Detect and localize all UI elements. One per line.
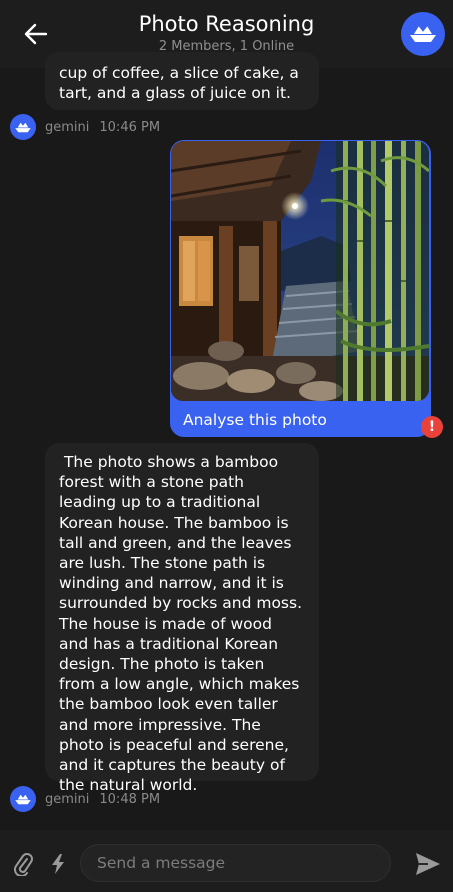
paper-boat-icon — [15, 794, 31, 804]
paper-boat-icon — [15, 122, 31, 132]
message-bubble-bot: cup of coffee, a slice of cake, a tart, … — [45, 52, 319, 110]
photo-caption: Analyse this photo — [183, 411, 327, 429]
message-meta: gemini 10:46 PM — [10, 114, 160, 140]
chat-avatar[interactable] — [401, 12, 445, 56]
message-time: 10:48 PM — [99, 791, 161, 807]
send-icon[interactable] — [414, 850, 442, 878]
chat-title: Photo Reasoning — [138, 12, 315, 36]
attached-photo[interactable] — [171, 141, 429, 401]
composer-bar — [0, 830, 453, 892]
lightning-icon[interactable] — [51, 854, 65, 874]
sender-avatar — [10, 786, 36, 812]
sender-name: gemini — [45, 791, 90, 807]
message-bubble-bot: The photo shows a bamboo forest with a s… — [45, 443, 319, 794]
sender-avatar — [10, 114, 36, 140]
paper-boat-icon — [410, 25, 436, 42]
error-icon[interactable]: ! — [421, 416, 443, 438]
paperclip-icon[interactable] — [12, 852, 34, 878]
message-bubble-user-photo[interactable]: Analyse this photo — [170, 140, 431, 437]
message-time: 10:46 PM — [99, 119, 161, 135]
message-input[interactable] — [80, 844, 391, 882]
sender-name: gemini — [45, 119, 90, 135]
message-meta: gemini 10:48 PM — [10, 786, 160, 812]
